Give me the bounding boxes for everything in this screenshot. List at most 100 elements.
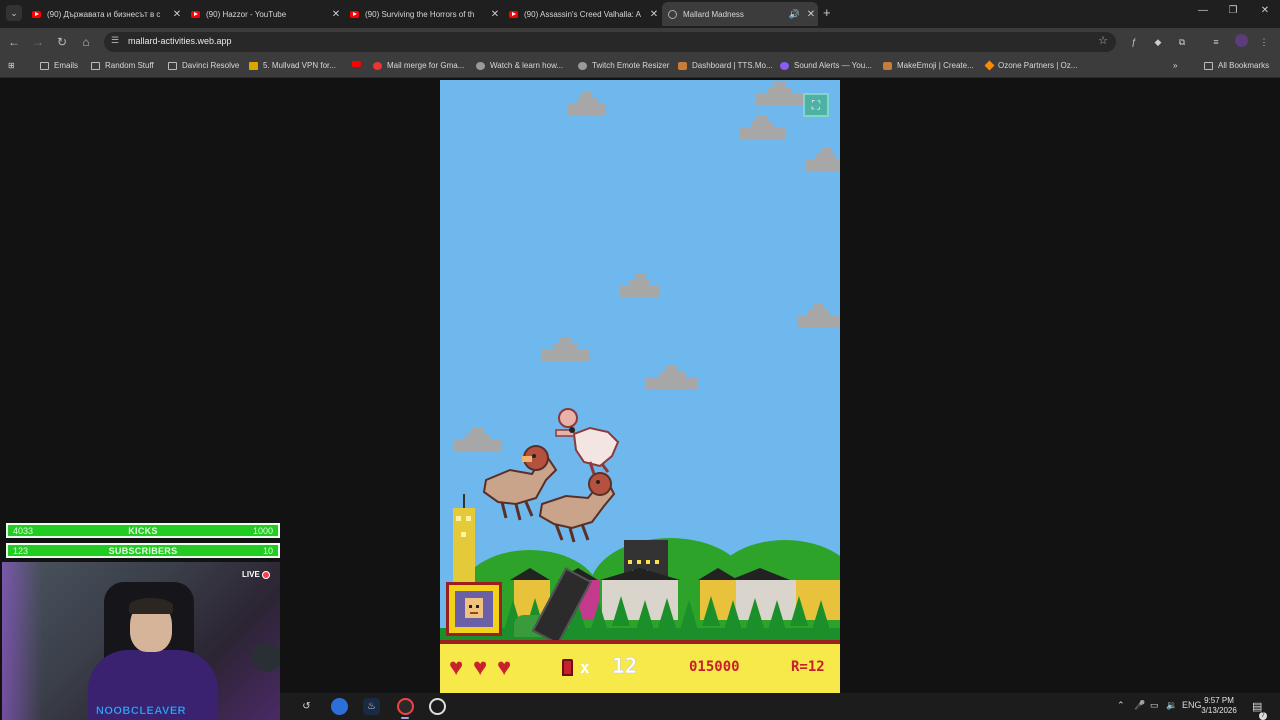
game-canvas[interactable]: ⛶ ♥ ♥ ♥ x 12 015000 R=12 xyxy=(440,80,840,693)
window xyxy=(456,516,461,521)
tab-2[interactable]: (90) Hazzor - YouTube ✕ xyxy=(185,4,343,24)
bookmark-sound-alerts[interactable]: Sound Alerts — You... xyxy=(780,61,872,70)
reload-icon[interactable]: ↻ xyxy=(54,34,70,50)
bookmark-mullvad[interactable]: 5. Mullvad VPN for... xyxy=(249,61,336,70)
site-info-icon[interactable]: ☰ xyxy=(111,35,119,46)
close-icon[interactable]: ✕ xyxy=(804,9,818,20)
close-icon[interactable]: ✕ xyxy=(329,9,343,20)
cloud xyxy=(542,338,590,362)
bookmark-emails[interactable]: Emails xyxy=(40,61,78,70)
tab-4[interactable]: (90) Assassin's Creed Valhalla: A ✕ xyxy=(503,4,661,24)
font-extension-icon[interactable]: ƒ xyxy=(1128,36,1140,48)
close-icon[interactable]: ✕ xyxy=(488,9,502,20)
youtube-icon xyxy=(32,10,41,18)
subscribers-goal-bar: 123 SUBSCRIBERS 10 xyxy=(6,543,280,558)
window-close-icon[interactable]: ✕ xyxy=(1250,5,1280,16)
home-icon[interactable]: ⌂ xyxy=(78,34,94,50)
folder-icon xyxy=(40,61,49,70)
close-icon[interactable]: ✕ xyxy=(170,9,184,20)
obs-icon[interactable] xyxy=(429,698,446,715)
bookmark-mail-merge[interactable]: Mail merge for Gma... xyxy=(373,61,464,70)
ammo-count: 12 xyxy=(612,654,638,679)
apps-grid-icon[interactable]: ⊞ xyxy=(8,61,15,70)
bookmark-label: Davinci Resolve xyxy=(182,61,240,70)
clock-time: 9:57 PM xyxy=(1204,696,1234,705)
bookmark-label: 5. Mullvad VPN for... xyxy=(263,61,336,70)
bookmark-makeemoji[interactable]: MakeEmoji | Create... xyxy=(883,61,974,70)
soundalerts-icon xyxy=(780,61,789,70)
live-label: LIVE xyxy=(242,570,260,579)
bookmark-youtube[interactable] xyxy=(352,61,366,67)
notification-icon[interactable]: ▤ xyxy=(1252,700,1262,713)
network-icon[interactable]: ▭ xyxy=(1150,700,1159,711)
app-icon[interactable]: ↺ xyxy=(298,698,315,715)
back-icon[interactable]: ← xyxy=(6,34,22,50)
bookmark-random-stuff[interactable]: Random Stuff xyxy=(91,61,154,70)
bookmark-ozone[interactable]: Ozone Partners | Oz... xyxy=(984,60,1078,71)
tab-label: (90) Hazzor - YouTube xyxy=(206,9,287,19)
extension-icon[interactable]: ◆ xyxy=(1152,36,1164,48)
steam-icon[interactable]: ♨ xyxy=(363,698,380,715)
tts-icon xyxy=(678,61,687,70)
bookmark-label: MakeEmoji | Create... xyxy=(897,61,974,70)
antenna xyxy=(463,494,465,508)
folder-icon xyxy=(1204,61,1213,70)
cloud xyxy=(756,82,804,106)
volume-icon[interactable]: 🔉 xyxy=(1166,700,1177,711)
pine-tree xyxy=(746,598,764,628)
profile-avatar[interactable] xyxy=(1235,34,1248,47)
streamer-name: NOOBCLEAVER xyxy=(95,705,187,717)
bookmark-tts[interactable]: Dashboard | TTS.Mo... xyxy=(678,61,773,70)
restore-icon[interactable]: ❐ xyxy=(1218,5,1248,16)
puzzle-icon[interactable]: ⧉ xyxy=(1176,36,1188,48)
score: 015000 xyxy=(689,659,740,675)
bookmark-star-icon[interactable]: ☆ xyxy=(1098,34,1108,47)
new-tab-icon[interactable]: + xyxy=(823,5,831,20)
shell-icon xyxy=(562,659,573,676)
tab-1[interactable]: (90) Държавата и бизнесът в с ✕ xyxy=(26,4,184,24)
chrome-icon[interactable] xyxy=(397,698,414,715)
youtube-icon xyxy=(352,61,361,67)
duck-hit[interactable] xyxy=(550,406,622,476)
toolbar: ← → ↻ ⌂ ☰ mallard-activities.web.app ☆ ƒ… xyxy=(0,28,1280,56)
bookmark-watch-learn[interactable]: Watch & learn how... xyxy=(476,61,563,70)
minimize-icon[interactable]: — xyxy=(1188,5,1218,16)
chrome-canary-icon[interactable] xyxy=(331,698,348,715)
pine-tree xyxy=(680,600,698,630)
window xyxy=(461,532,466,537)
roof xyxy=(600,568,680,580)
media-controls-icon[interactable]: ≡ xyxy=(1210,36,1222,48)
forward-icon[interactable]: → xyxy=(30,34,46,50)
bookmark-twitch-emote[interactable]: Twitch Emote Resizer xyxy=(578,61,669,70)
fullscreen-icon[interactable]: ⛶ xyxy=(803,93,829,117)
camera-icon xyxy=(476,61,485,70)
portrait-background xyxy=(455,591,493,627)
bookmark-label: Ozone Partners | Oz... xyxy=(998,61,1078,70)
close-icon[interactable]: ✕ xyxy=(647,9,661,20)
more-bookmarks-icon[interactable]: » xyxy=(1173,61,1177,70)
tab-5-active[interactable]: Mallard Madness 🔊 ✕ xyxy=(662,2,818,26)
microphone-icon[interactable]: 🎤 xyxy=(1134,700,1145,711)
round: R=12 xyxy=(791,659,825,675)
window xyxy=(628,560,632,564)
tab-3[interactable]: (90) Surviving the Horrors of th ✕ xyxy=(344,4,502,24)
subs-label: SUBSCRIBERS xyxy=(108,546,178,556)
light-glow xyxy=(2,562,42,720)
address-bar[interactable]: ☰ mallard-activities.web.app ☆ xyxy=(104,32,1116,52)
all-bookmarks[interactable]: All Bookmarks xyxy=(1204,61,1269,70)
tab-search-icon[interactable]: ⌄ xyxy=(6,5,22,21)
bookmark-label: Dashboard | TTS.Mo... xyxy=(692,61,773,70)
heart-icon: ♥ xyxy=(449,654,464,681)
bookmark-label: Twitch Emote Resizer xyxy=(592,61,670,70)
pine-tree xyxy=(658,598,676,628)
bookmark-davinci[interactable]: Davinci Resolve xyxy=(168,61,239,70)
speaker-icon[interactable]: 🔊 xyxy=(789,9,800,20)
menu-kebab-icon[interactable]: ⋮ xyxy=(1258,36,1270,48)
yellow-tower xyxy=(453,494,475,588)
clock[interactable]: 9:57 PM 3/13/2026 xyxy=(1198,696,1240,716)
tray-chevron-icon[interactable]: ⌃ xyxy=(1117,700,1125,711)
folder-icon xyxy=(91,61,100,70)
bookmark-label: Watch & learn how... xyxy=(490,61,564,70)
bookmark-label: All Bookmarks xyxy=(1218,61,1270,70)
webcam-feed: LIVE NOOBCLEAVER xyxy=(2,562,280,720)
